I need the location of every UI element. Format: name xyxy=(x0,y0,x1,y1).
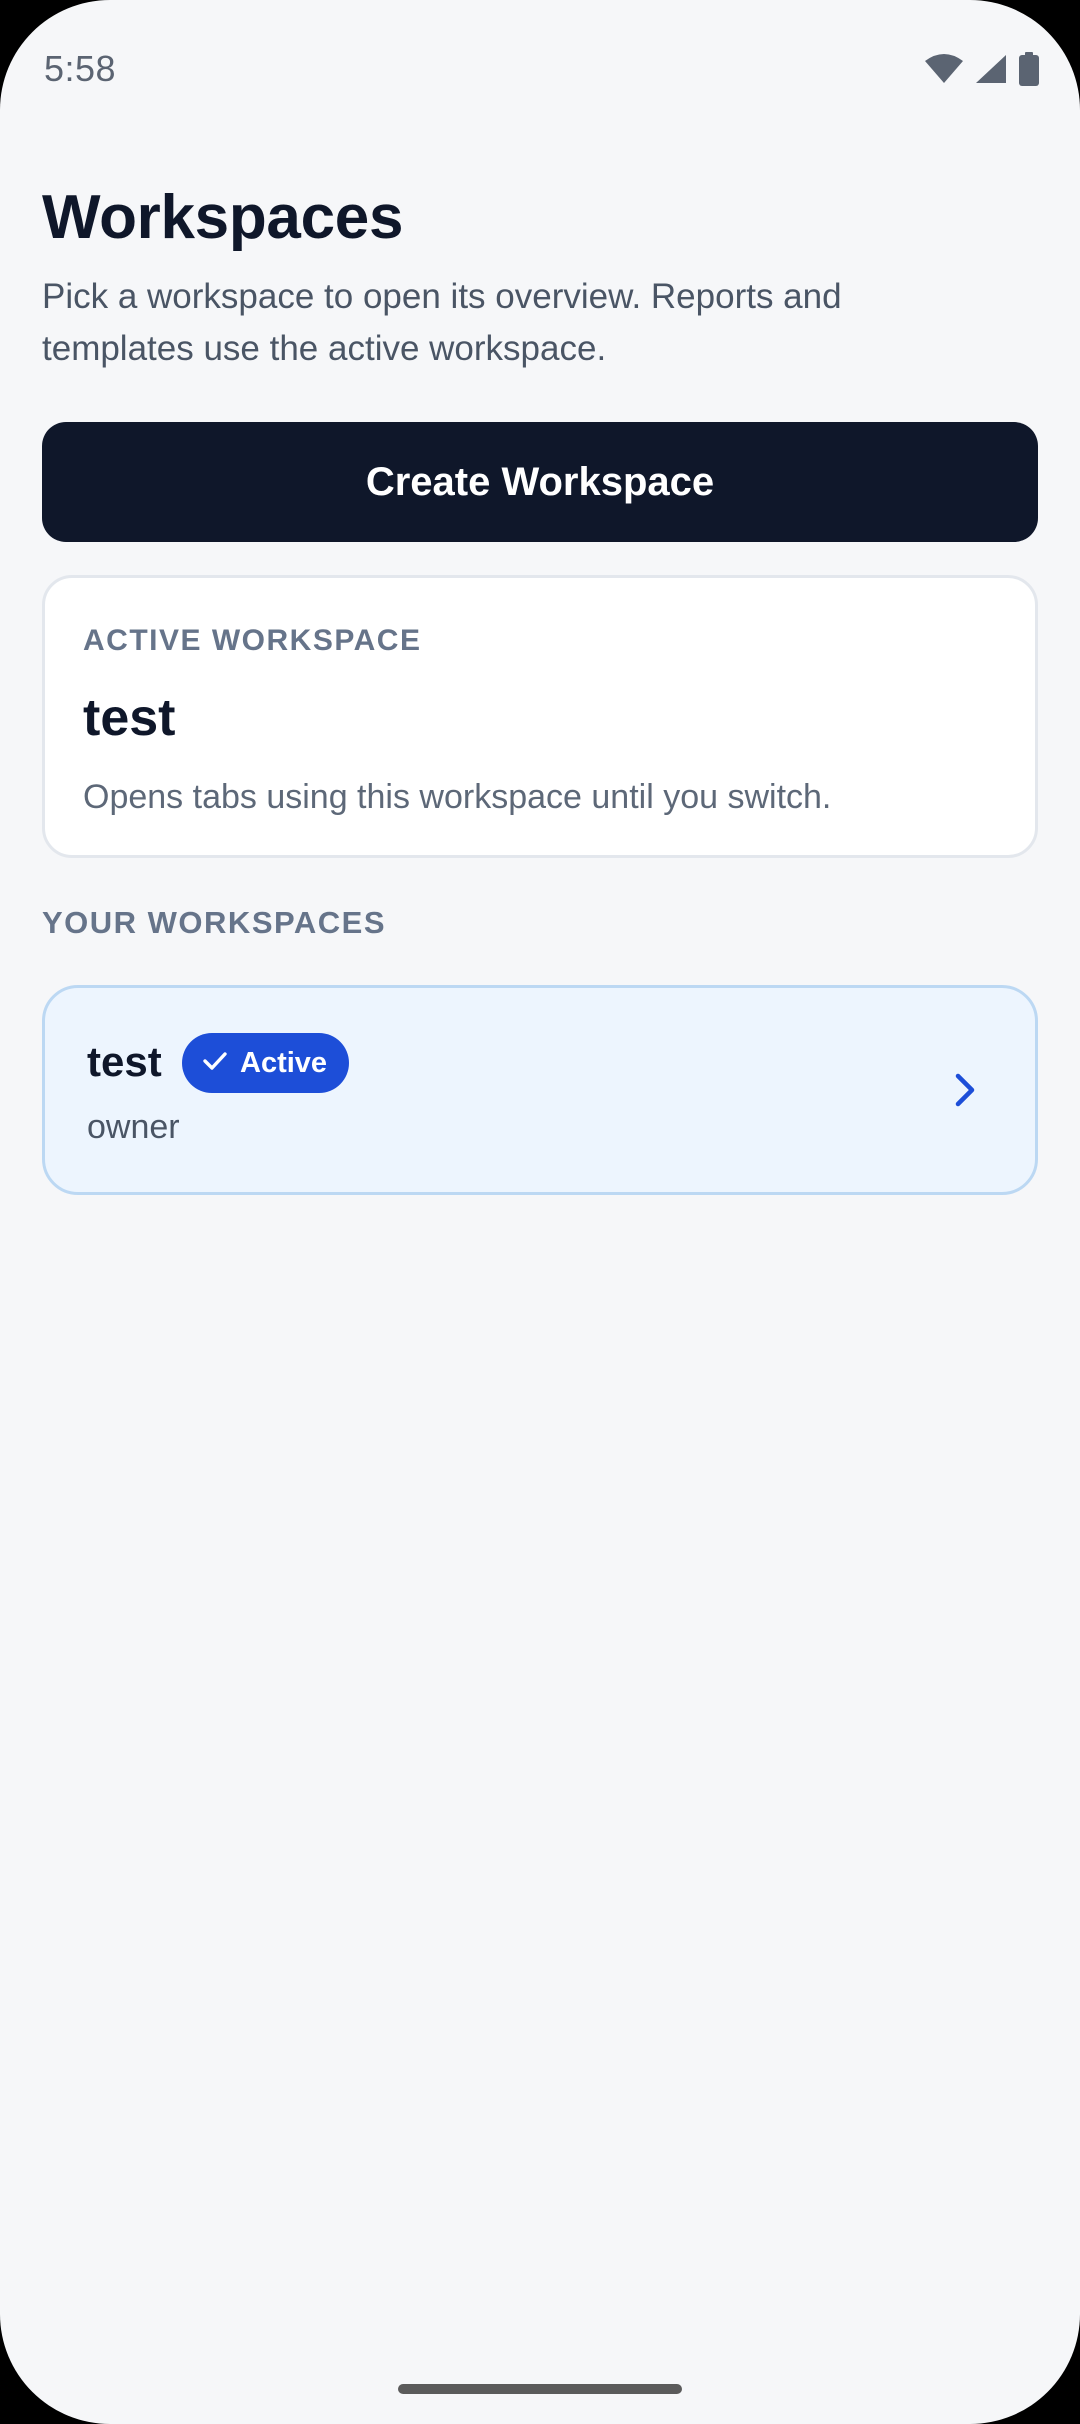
workspaces-section-label: YOUR WORKSPACES xyxy=(42,905,387,940)
home-indicator[interactable] xyxy=(398,2384,682,2394)
status-bar: 5:58 xyxy=(0,0,1080,140)
workspace-list-item[interactable]: test Active owner xyxy=(42,985,1038,1195)
active-badge-label: Active xyxy=(240,1046,328,1079)
battery-icon xyxy=(1018,52,1040,86)
active-workspace-card: ACTIVE WORKSPACE test Opens tabs using t… xyxy=(42,575,1038,858)
workspace-item-name: test xyxy=(87,1038,162,1085)
status-icons xyxy=(924,52,1040,86)
active-badge: Active xyxy=(182,1033,350,1093)
page-title: Workspaces xyxy=(42,183,404,252)
chevron-right-icon xyxy=(953,1072,977,1113)
status-time: 5:58 xyxy=(44,48,117,89)
check-icon xyxy=(202,1050,228,1077)
workspace-item-role: owner xyxy=(87,1108,180,1146)
active-workspace-label: ACTIVE WORKSPACE xyxy=(83,624,422,657)
signal-icon xyxy=(974,53,1008,85)
app-screen: 5:58 Workspaces Pick a workspace to open… xyxy=(0,0,1080,2424)
active-workspace-description: Opens tabs using this workspace until yo… xyxy=(83,778,832,816)
create-workspace-button[interactable]: Create Workspace xyxy=(42,422,1038,542)
page-header: Workspaces Pick a workspace to open its … xyxy=(42,182,1042,375)
wifi-icon xyxy=(924,53,964,85)
page-subtitle: Pick a workspace to open its overview. R… xyxy=(42,277,842,369)
active-workspace-name: test xyxy=(83,689,176,747)
